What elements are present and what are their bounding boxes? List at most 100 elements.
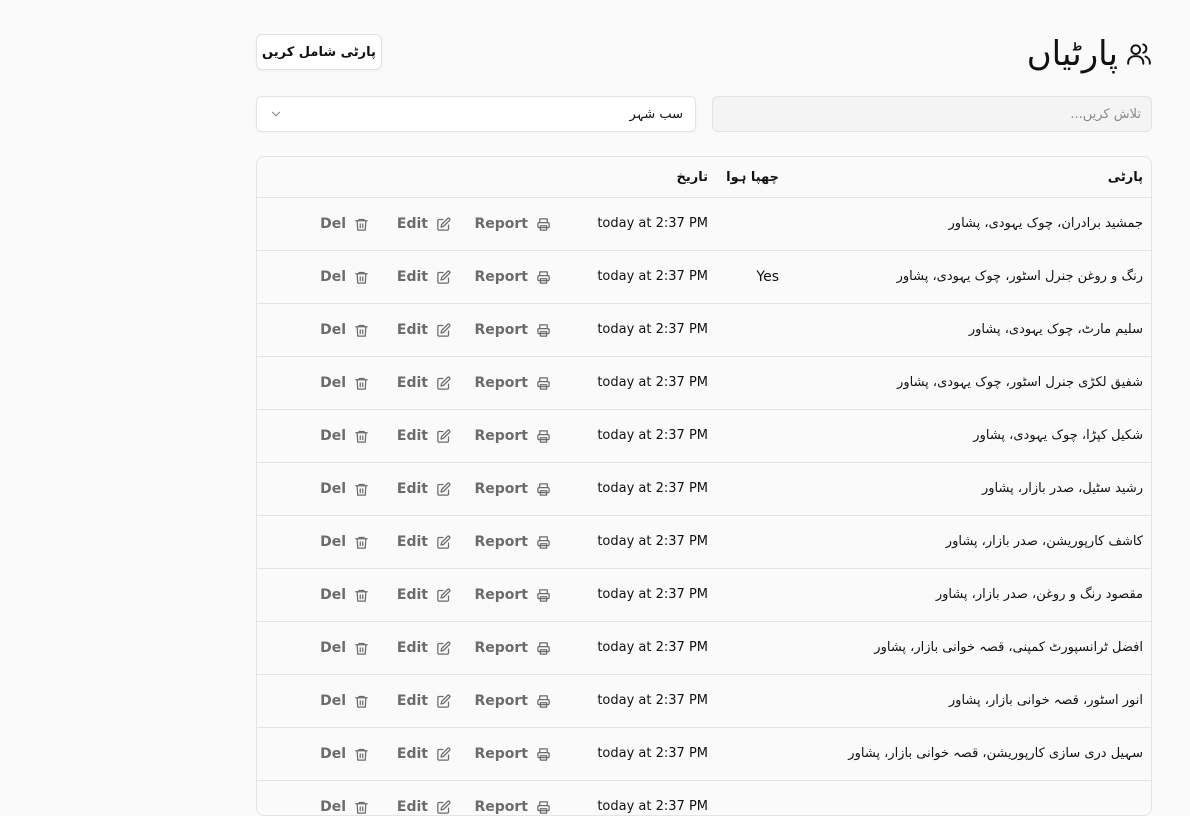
column-header-date: تاریخ — [676, 170, 709, 185]
delete-button[interactable]: Del — [320, 198, 369, 250]
edit-icon — [437, 217, 451, 231]
table-row: شکیل کپڑا، چوک یہودی، پشاور today at 2:3… — [257, 410, 1151, 463]
report-button[interactable]: Report — [474, 516, 551, 568]
chevron-down-icon — [271, 111, 281, 117]
report-button[interactable]: Report — [474, 728, 551, 780]
delete-button[interactable]: Del — [320, 304, 369, 356]
table-row: مقصود رنگ و روغن، صدر بازار، پشاور today… — [257, 569, 1151, 622]
page-header: پارٹیاں پارٹی شامل کریں — [256, 34, 1152, 74]
search-input[interactable] — [712, 96, 1152, 132]
users-icon — [1127, 43, 1151, 65]
edit-button[interactable]: Edit — [396, 781, 451, 815]
edit-label: Edit — [396, 587, 428, 603]
delete-label: Del — [320, 216, 346, 232]
delete-button[interactable]: Del — [320, 675, 369, 727]
delete-label: Del — [320, 693, 346, 709]
edit-label: Edit — [396, 481, 428, 497]
trash-icon — [355, 430, 368, 443]
table-row: افضل ٹرانسپورٹ کمپنی، قصہ خوانی بازار، پ… — [257, 622, 1151, 675]
city-select[interactable]: سب شہر — [256, 96, 696, 132]
delete-label: Del — [320, 428, 346, 444]
report-label: Report — [474, 534, 528, 550]
report-button[interactable]: Report — [474, 569, 551, 621]
delete-button[interactable]: Del — [320, 410, 369, 462]
edit-button[interactable]: Edit — [397, 304, 451, 356]
row-date: today at 2:37 PM — [597, 640, 708, 655]
column-header-party: پارٹی — [1107, 170, 1143, 185]
edit-label: Edit — [396, 428, 428, 444]
report-button[interactable]: Report — [474, 781, 551, 815]
edit-button[interactable]: Edit — [397, 622, 451, 674]
edit-button[interactable]: Edit — [397, 516, 451, 568]
report-button[interactable]: Report — [474, 463, 551, 515]
delete-button[interactable]: Del — [320, 516, 369, 568]
edit-icon — [437, 641, 451, 655]
edit-label: Edit — [396, 534, 428, 550]
report-button[interactable]: Report — [474, 251, 551, 303]
delete-label: Del — [320, 481, 346, 497]
edit-label: Edit — [396, 746, 428, 762]
report-button[interactable]: Report — [474, 675, 551, 727]
trash-icon — [355, 377, 368, 390]
edit-button[interactable]: Edit — [397, 675, 451, 727]
report-button[interactable]: Report — [474, 410, 551, 462]
printer-icon — [537, 376, 550, 390]
report-button[interactable]: Report — [474, 304, 551, 356]
delete-button[interactable]: Del — [320, 251, 369, 303]
parties-table: پارٹی چھپا ہوا تاریخ جمشید برادران، چوک … — [256, 156, 1152, 816]
delete-button[interactable]: Del — [320, 357, 369, 409]
delete-label: Del — [320, 375, 346, 391]
delete-label: Del — [320, 587, 346, 603]
table-row: today at 2:37 PM Report Edit Del — [257, 781, 1151, 815]
edit-icon — [437, 800, 451, 814]
printer-icon — [537, 270, 550, 284]
column-header-printed: چھپا ہوا — [726, 170, 779, 185]
report-label: Report — [474, 428, 528, 444]
delete-label: Del — [320, 746, 346, 762]
printer-icon — [537, 217, 550, 231]
table-row: سہیل دری سازی کارپوریشن، قصہ خوانی بازار… — [257, 728, 1151, 781]
trash-icon — [355, 324, 368, 337]
trash-icon — [355, 536, 368, 549]
table-body: جمشید برادران، چوک یہودی، پشاور today at… — [257, 198, 1151, 815]
report-button[interactable]: Report — [474, 622, 551, 674]
delete-button[interactable]: Del — [320, 781, 369, 815]
delete-button[interactable]: Del — [320, 622, 369, 674]
report-label: Report — [474, 693, 528, 709]
printer-icon — [537, 429, 550, 443]
delete-button[interactable]: Del — [320, 463, 369, 515]
city-select-value: سب شہر — [629, 106, 683, 122]
table-row: انور اسٹور، قصہ خوانی بازار، پشاور today… — [257, 675, 1151, 728]
edit-label: Edit — [396, 375, 428, 391]
edit-button[interactable]: Edit — [397, 410, 451, 462]
edit-label: Edit — [396, 693, 428, 709]
row-date: today at 2:37 PM — [597, 799, 708, 814]
report-button[interactable]: Report — [474, 198, 551, 250]
edit-icon — [437, 270, 451, 284]
edit-button[interactable]: Edit — [397, 463, 451, 515]
party-name: انور اسٹور، قصہ خوانی بازار، پشاور — [948, 693, 1143, 708]
edit-button[interactable]: Edit — [397, 198, 451, 250]
printer-icon — [537, 323, 550, 337]
row-date: today at 2:37 PM — [597, 322, 708, 337]
edit-button[interactable]: Edit — [397, 728, 451, 780]
report-label: Report — [474, 375, 528, 391]
edit-button[interactable]: Edit — [397, 357, 451, 409]
delete-button[interactable]: Del — [320, 728, 369, 780]
delete-label: Del — [320, 322, 346, 338]
edit-label: Edit — [396, 799, 428, 815]
edit-button[interactable]: Edit — [397, 569, 451, 621]
trash-icon — [355, 748, 368, 761]
row-date: today at 2:37 PM — [597, 587, 708, 602]
table-row: رشید سٹیل، صدر بازار، پشاور today at 2:3… — [257, 463, 1151, 516]
table-row: کاشف کارپوریشن، صدر بازار، پشاور today a… — [257, 516, 1151, 569]
add-party-button[interactable]: پارٹی شامل کریں — [256, 34, 382, 70]
table-row: رنگ و روغن جنرل اسٹور، چوک یہودی، پشاور … — [257, 251, 1151, 304]
report-button[interactable]: Report — [474, 357, 551, 409]
delete-button[interactable]: Del — [320, 569, 369, 621]
row-date: today at 2:37 PM — [597, 269, 708, 284]
trash-icon — [355, 589, 368, 602]
row-date: today at 2:37 PM — [597, 481, 708, 496]
page: پارٹیاں پارٹی شامل کریں سب شہر پارٹی چھپ… — [256, 0, 1152, 816]
edit-button[interactable]: Edit — [397, 251, 451, 303]
